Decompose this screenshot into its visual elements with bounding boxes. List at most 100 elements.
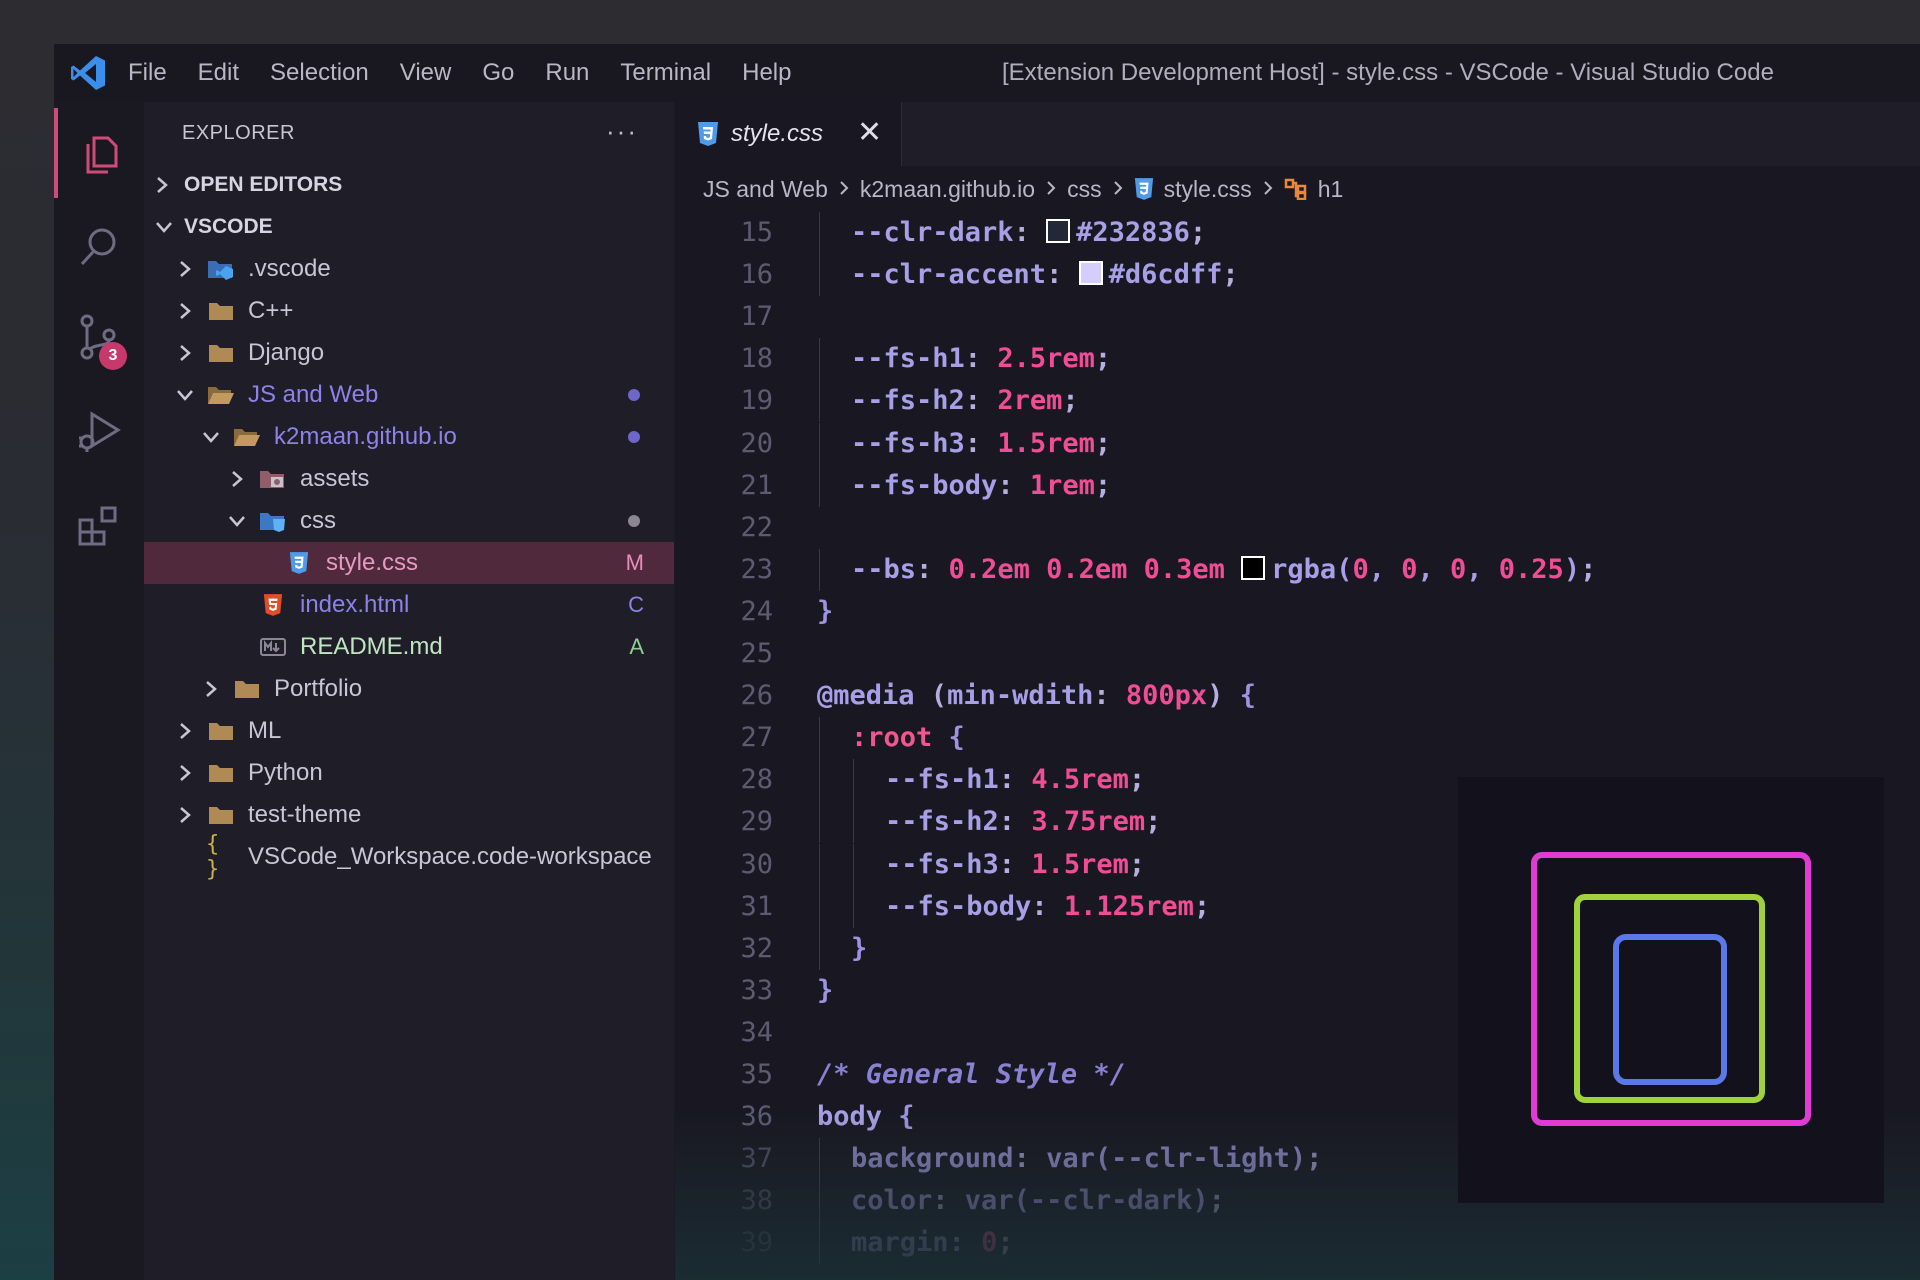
- folder-icon: [206, 802, 236, 828]
- code-token: ;: [1094, 343, 1112, 375]
- chevron-right-icon: [1262, 176, 1274, 203]
- code-token: #232836: [1076, 217, 1190, 248]
- code-token: :: [998, 848, 1032, 880]
- tab-style-css[interactable]: style.css ✕: [675, 102, 902, 166]
- code-token: }: [817, 974, 834, 1006]
- chevron-right-icon: [154, 175, 176, 195]
- source-control-activity[interactable]: 3: [54, 292, 144, 382]
- color-swatch[interactable]: [1046, 219, 1071, 243]
- git-status-badge: M: [625, 550, 644, 575]
- breadcrumb-item[interactable]: k2maan.github.io: [860, 176, 1035, 203]
- run-debug-activity[interactable]: [54, 386, 144, 476]
- indent-guide: [853, 885, 854, 928]
- search-activity[interactable]: [54, 202, 144, 292]
- line-number: 18: [740, 343, 773, 375]
- file-item[interactable]: { } VSCode_Workspace.code-workspace: [144, 832, 674, 882]
- code-token: 1.125rem: [1063, 890, 1194, 922]
- line-number: 34: [740, 1016, 773, 1048]
- nested-squares-logo: [1531, 852, 1811, 1126]
- menu-item-help[interactable]: Help: [742, 57, 791, 89]
- code-text: --clr-accent: #d6cdff;: [851, 254, 1239, 296]
- indent-guide: [853, 843, 854, 886]
- git-status-badge: C: [628, 592, 644, 617]
- folder-item[interactable]: test-theme: [144, 794, 674, 836]
- code-text: --fs-h1: 4.5rem;: [885, 759, 1145, 801]
- code-token: :root: [851, 722, 933, 754]
- folder-icon: [206, 298, 236, 324]
- line-number: 26: [740, 680, 773, 712]
- code-token: --fs-body: [885, 890, 1032, 922]
- indent-guide: [819, 759, 820, 802]
- folder-item[interactable]: Portfolio: [144, 668, 674, 710]
- code-token: ;: [1580, 553, 1597, 585]
- code-text: :root {: [851, 717, 965, 759]
- tree-item-label: VSCode_Workspace.code-workspace: [248, 843, 652, 870]
- tree-item-label: README.md: [300, 633, 443, 660]
- code-token: 800px: [1125, 680, 1208, 712]
- css-file-icon: [698, 122, 718, 146]
- breadcrumb-item[interactable]: style.css: [1164, 176, 1252, 203]
- open-editors-section[interactable]: OPEN EDITORS: [144, 164, 674, 206]
- code-token: 0.2em 0.2em 0.3em: [948, 553, 1242, 585]
- code-token: ;: [1306, 1143, 1323, 1175]
- code-token: 0: [1450, 553, 1467, 585]
- indent-guide: [819, 1222, 820, 1265]
- extensions-activity[interactable]: [54, 480, 144, 570]
- folder-item[interactable]: assets: [144, 458, 674, 500]
- line-number: 36: [740, 1101, 773, 1133]
- line-number: 21: [740, 469, 773, 501]
- menu-item-edit[interactable]: Edit: [198, 57, 239, 89]
- breadcrumb-item[interactable]: JS and Web: [703, 176, 828, 203]
- explorer-sidebar: EXPLORER ··· OPEN EDITORS VSCODE .vscode…: [144, 102, 674, 1280]
- folder-item[interactable]: ML: [144, 710, 674, 752]
- folder-item[interactable]: k2maan.github.io: [144, 416, 674, 458]
- menu-item-go[interactable]: Go: [482, 57, 514, 89]
- folder-item[interactable]: .vscode: [144, 248, 674, 290]
- menu-item-run[interactable]: Run: [545, 57, 589, 89]
- line-number: 16: [740, 259, 773, 291]
- menu-item-file[interactable]: File: [128, 57, 167, 89]
- explorer-activity[interactable]: [54, 108, 144, 198]
- code-token: min-wdith: [947, 680, 1094, 712]
- code-token: --fs-h1: [851, 343, 965, 375]
- workspace-section[interactable]: VSCODE: [144, 206, 674, 248]
- code-text: --clr-dark: #232836;: [851, 212, 1206, 254]
- more-actions-button[interactable]: ···: [606, 116, 638, 147]
- menu-item-view[interactable]: View: [400, 57, 452, 89]
- folder-item[interactable]: JS and Web: [144, 374, 674, 416]
- file-item[interactable]: README.md A: [144, 626, 674, 668]
- menu-item-terminal[interactable]: Terminal: [620, 57, 711, 89]
- folder-item[interactable]: Python: [144, 752, 674, 794]
- color-swatch[interactable]: [1241, 555, 1266, 580]
- breadcrumb-item[interactable]: h1: [1318, 176, 1344, 203]
- indent-guide: [819, 254, 820, 297]
- menu-item-selection[interactable]: Selection: [270, 57, 369, 89]
- line-number: 32: [740, 932, 773, 964]
- run-debug-icon: [79, 411, 121, 452]
- code-token: ;: [1094, 469, 1112, 501]
- code-token: 1.5rem: [1031, 848, 1129, 880]
- file-item[interactable]: index.html C: [144, 584, 674, 626]
- code-text: --bs: 0.2em 0.2em 0.3em rgba(0, 0, 0, 0.…: [851, 549, 1596, 591]
- tab-label: style.css: [731, 120, 824, 147]
- folder-item[interactable]: Django: [144, 332, 674, 374]
- close-icon[interactable]: ✕: [857, 116, 882, 150]
- file-item[interactable]: style.css M: [144, 542, 674, 584]
- tree-item-label: Django: [248, 339, 325, 366]
- breadcrumb-item[interactable]: css: [1067, 176, 1102, 203]
- folder-icon: [206, 340, 236, 366]
- indent-guide: [819, 422, 820, 465]
- line-number: 23: [740, 553, 773, 585]
- line-number: 19: [740, 385, 773, 417]
- code-token: ,: [1466, 553, 1499, 585]
- folder-item[interactable]: C++: [144, 290, 674, 332]
- code-token: :: [964, 385, 998, 417]
- color-swatch[interactable]: [1078, 261, 1103, 286]
- code-token: (: [914, 680, 948, 712]
- folder-item[interactable]: css: [144, 500, 674, 542]
- code-token: --clr-accent: [851, 259, 1047, 291]
- tree-item-label: k2maan.github.io: [274, 423, 457, 450]
